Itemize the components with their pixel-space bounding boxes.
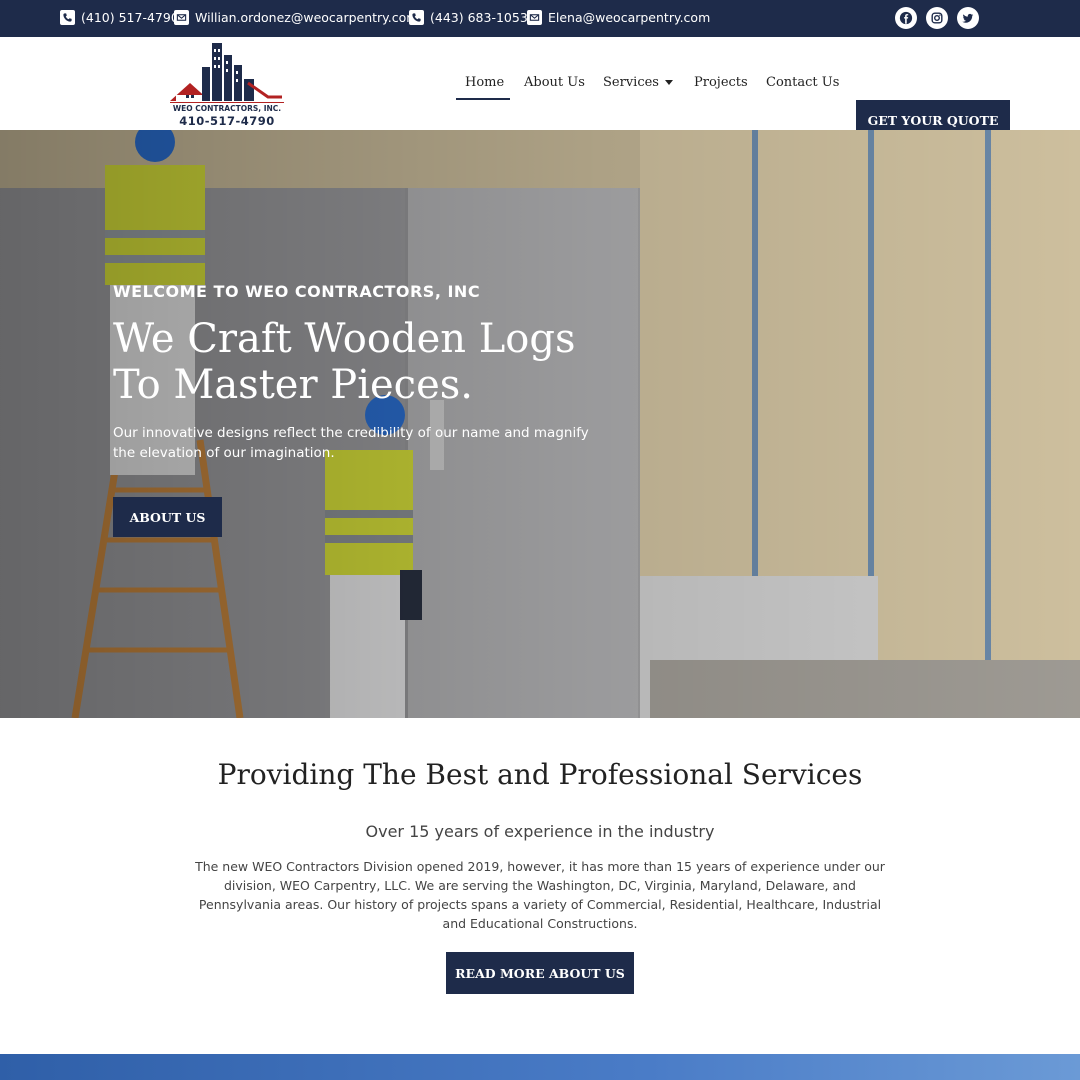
logo-company-name: WEO CONTRACTORS, INC. — [170, 102, 284, 113]
hero-banner: WELCOME TO WEO CONTRACTORS, INC We Craft… — [0, 130, 1080, 718]
logo-phone-number: 410-517-4790 — [179, 114, 275, 128]
site-header: WEO CONTRACTORS, INC. 410-517-4790 Home … — [0, 37, 1080, 141]
active-nav-indicator — [456, 98, 510, 100]
nav-home[interactable]: Home — [465, 75, 504, 90]
phone-link-1[interactable]: (410) 517-4790 — [60, 10, 179, 25]
email-text-1: Willian.ordonez@weocarpentry.com — [195, 10, 419, 25]
caret-down-icon — [664, 80, 673, 85]
services-title: Providing The Best and Professional Serv… — [217, 758, 863, 791]
phone-text-2: (443) 683-1053 — [430, 10, 528, 25]
facebook-icon[interactable] — [895, 7, 917, 29]
twitter-icon[interactable] — [957, 7, 979, 29]
nav-contact-us[interactable]: Contact Us — [766, 75, 839, 90]
phone-icon — [409, 10, 424, 25]
nav-projects[interactable]: Projects — [694, 75, 748, 90]
instagram-icon[interactable] — [926, 7, 948, 29]
envelope-icon — [527, 10, 542, 25]
email-link-2[interactable]: Elena@weocarpentry.com — [527, 10, 710, 25]
phone-icon — [60, 10, 75, 25]
hero-kicker: WELCOME TO WEO CONTRACTORS, INC — [113, 282, 481, 301]
services-description: The new WEO Contractors Division opened … — [195, 859, 885, 931]
nav-services[interactable]: Services — [603, 75, 673, 90]
phone-text-1: (410) 517-4790 — [81, 10, 179, 25]
read-more-about-us-button[interactable]: READ MORE ABOUT US — [446, 952, 634, 994]
email-link-1[interactable]: Willian.ordonez@weocarpentry.com — [174, 10, 418, 25]
nav-about-us[interactable]: About Us — [524, 75, 585, 90]
phone-link-2[interactable]: (443) 683-1053 — [409, 10, 528, 25]
envelope-icon — [174, 10, 189, 25]
nav-services-label: Services — [603, 75, 659, 90]
hero-title: We Craft Wooden Logs To Master Pieces. — [113, 316, 576, 408]
email-text-2: Elena@weocarpentry.com — [548, 10, 711, 25]
about-us-button[interactable]: ABOUT US — [113, 497, 222, 537]
hero-subtitle: Our innovative designs reflect the credi… — [113, 425, 589, 461]
top-contact-bar: (410) 517-4790 Willian.ordonez@weocarpen… — [0, 0, 1080, 37]
next-section-band — [0, 1054, 1080, 1080]
services-subtitle: Over 15 years of experience in the indus… — [365, 822, 715, 841]
